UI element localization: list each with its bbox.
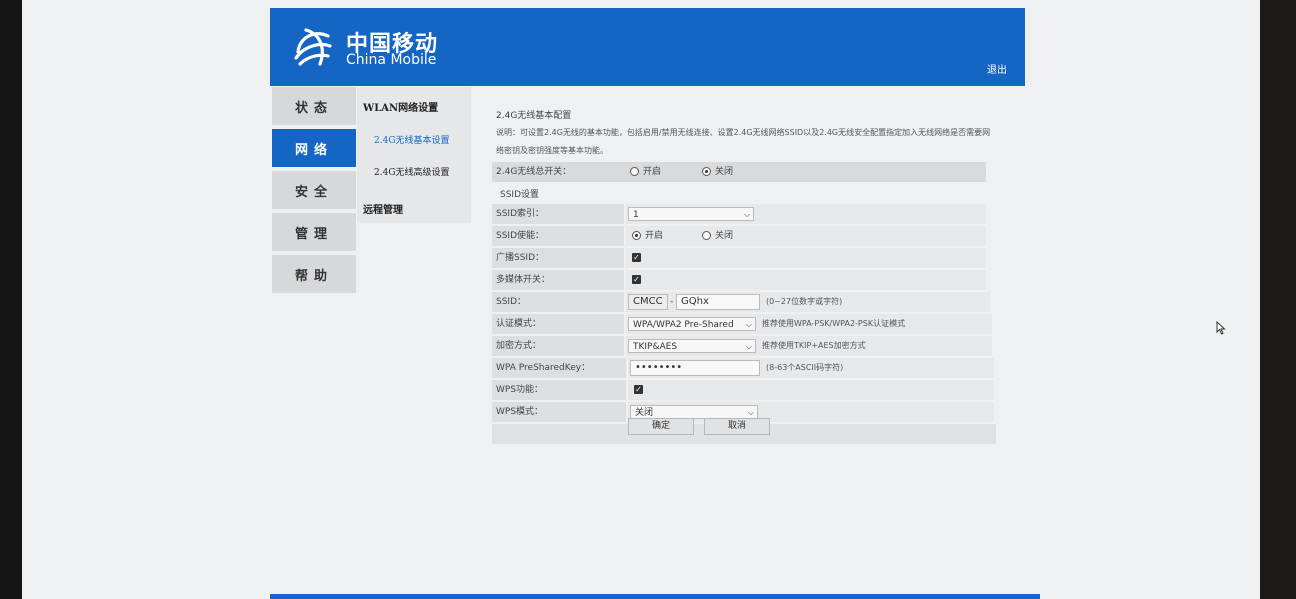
encryption-select[interactable]: TKIP&AES ⌵ (628, 339, 756, 353)
main-nav-status[interactable]: 状态 (272, 87, 356, 125)
master-switch-on-label: 开启 (643, 167, 662, 177)
logout-link[interactable]: 退出 (987, 61, 1007, 76)
multimedia-label: 多媒体开关： (496, 275, 551, 285)
encryption-label: 加密方式： (496, 341, 542, 351)
row-multimedia: 多媒体开关： ✓ (490, 270, 986, 290)
row-ssid-section: SSID设置 (490, 185, 986, 205)
master-switch-off-label: 关闭 (715, 167, 734, 177)
wps-mode-label: WPS模式： (496, 407, 544, 417)
ssid-index-select[interactable]: 1 ⌵ (628, 207, 754, 221)
ssid-prefix: CMCC (628, 294, 668, 310)
wps-mode-select[interactable]: 关闭 ⌵ (630, 405, 758, 419)
row-encryption: 加密方式： TKIP&AES ⌵ 推荐使用TKIP+AES加密方式 (490, 336, 992, 356)
ssid-separator: - (670, 297, 674, 307)
row-wps: WPS功能： ✓ (490, 380, 994, 400)
encryption-value: TKIP&AES (633, 342, 678, 352)
main-nav-network[interactable]: 网络 (272, 129, 356, 167)
main-nav-help[interactable]: 帮助 (272, 255, 356, 293)
auth-mode-label: 认证模式： (496, 319, 542, 329)
ssid-hint: (0~27位数字或字符) (766, 297, 843, 306)
row-master-switch: 2.4G无线总开关： 开启 关闭 (490, 162, 986, 182)
header: 中国移动 China Mobile 退出 (270, 8, 1025, 86)
psk-label: WPA PreSharedKey： (496, 363, 591, 373)
row-broadcast-ssid: 广播SSID： ✓ (490, 248, 986, 268)
cancel-button[interactable]: 取消 (704, 418, 770, 435)
auth-mode-hint: 推荐使用WPA-PSK/WPA2-PSK认证模式 (762, 319, 906, 328)
panel-description: 说明：可设置2.4G无线的基本功能，包括启用/禁用无线连接、设置2.4G无线网络… (496, 128, 991, 155)
encryption-hint: 推荐使用TKIP+AES加密方式 (762, 341, 866, 350)
ssid-index-value: 1 (633, 210, 639, 220)
brand-name-en: China Mobile (346, 52, 437, 68)
monitor-bezel-left (0, 0, 22, 599)
ssid-index-label: SSID索引： (496, 209, 545, 219)
ssid-enable-on-radio[interactable] (632, 231, 641, 240)
main-nav: 状态 网络 安全 管理 帮助 (272, 87, 356, 297)
auth-mode-select[interactable]: WPA/WPA2 Pre-Shared ⌵ (628, 317, 756, 331)
ssid-enable-off-label: 关闭 (715, 231, 734, 241)
monitor-bezel-right (1260, 0, 1296, 599)
panel-title: 2.4G无线基本配置 (496, 111, 572, 121)
row-ssid-enable: SSID使能： 开启 关闭 (490, 226, 986, 246)
china-mobile-logo-icon (294, 28, 332, 66)
ssid-section-title: SSID设置 (500, 190, 540, 200)
chevron-down-icon: ⌵ (745, 320, 752, 329)
wps-checkbox[interactable]: ✓ (634, 385, 643, 394)
footer-bar (270, 594, 1040, 599)
sub-nav-remote-management[interactable]: 远程管理 (363, 201, 403, 216)
main-nav-security[interactable]: 安全 (272, 171, 356, 209)
row-ssid: SSID： CMCC - GQhx (0~27位数字或字符) (490, 292, 990, 312)
wps-mode-value: 关闭 (635, 408, 654, 418)
sub-nav-wireless-advanced[interactable]: 2.4G无线高级设置 (374, 165, 450, 178)
ssid-label: SSID： (496, 297, 527, 307)
row-ssid-index: SSID索引： 1 ⌵ (490, 204, 986, 224)
row-psk: WPA PreSharedKey： •••••••• (8-63个ASCII码字… (490, 358, 994, 378)
sub-nav-group-wlan[interactable]: WLAN网络设置 (363, 99, 438, 114)
row-auth-mode: 认证模式： WPA/WPA2 Pre-Shared ⌵ 推荐使用WPA-PSK/… (490, 314, 992, 334)
psk-hint: (8-63个ASCII码字符) (766, 363, 844, 372)
broadcast-ssid-checkbox[interactable]: ✓ (632, 253, 641, 262)
psk-input[interactable]: •••••••• (630, 360, 760, 376)
chevron-down-icon: ⌵ (745, 342, 752, 351)
broadcast-ssid-label: 广播SSID： (496, 253, 545, 263)
chevron-down-icon: ⌵ (743, 210, 750, 219)
master-switch-off-radio[interactable] (702, 167, 711, 176)
sub-nav-wireless-basic[interactable]: 2.4G无线基本设置 (374, 133, 450, 146)
mouse-pointer-icon (1216, 321, 1226, 335)
ok-button[interactable]: 确定 (628, 418, 694, 435)
auth-mode-value: WPA/WPA2 Pre-Shared (633, 320, 734, 330)
main-nav-management[interactable]: 管理 (272, 213, 356, 251)
ssid-enable-label: SSID使能： (496, 231, 545, 241)
master-switch-label: 2.4G无线总开关： (496, 167, 572, 177)
master-switch-on-radio[interactable] (630, 167, 639, 176)
ssid-input[interactable]: GQhx (676, 294, 760, 310)
sub-nav: WLAN网络设置 2.4G无线基本设置 2.4G无线高级设置 远程管理 (357, 87, 471, 223)
wps-label: WPS功能： (496, 385, 544, 395)
multimedia-checkbox[interactable]: ✓ (632, 275, 641, 284)
ssid-enable-on-label: 开启 (645, 231, 664, 241)
ssid-enable-off-radio[interactable] (702, 231, 711, 240)
